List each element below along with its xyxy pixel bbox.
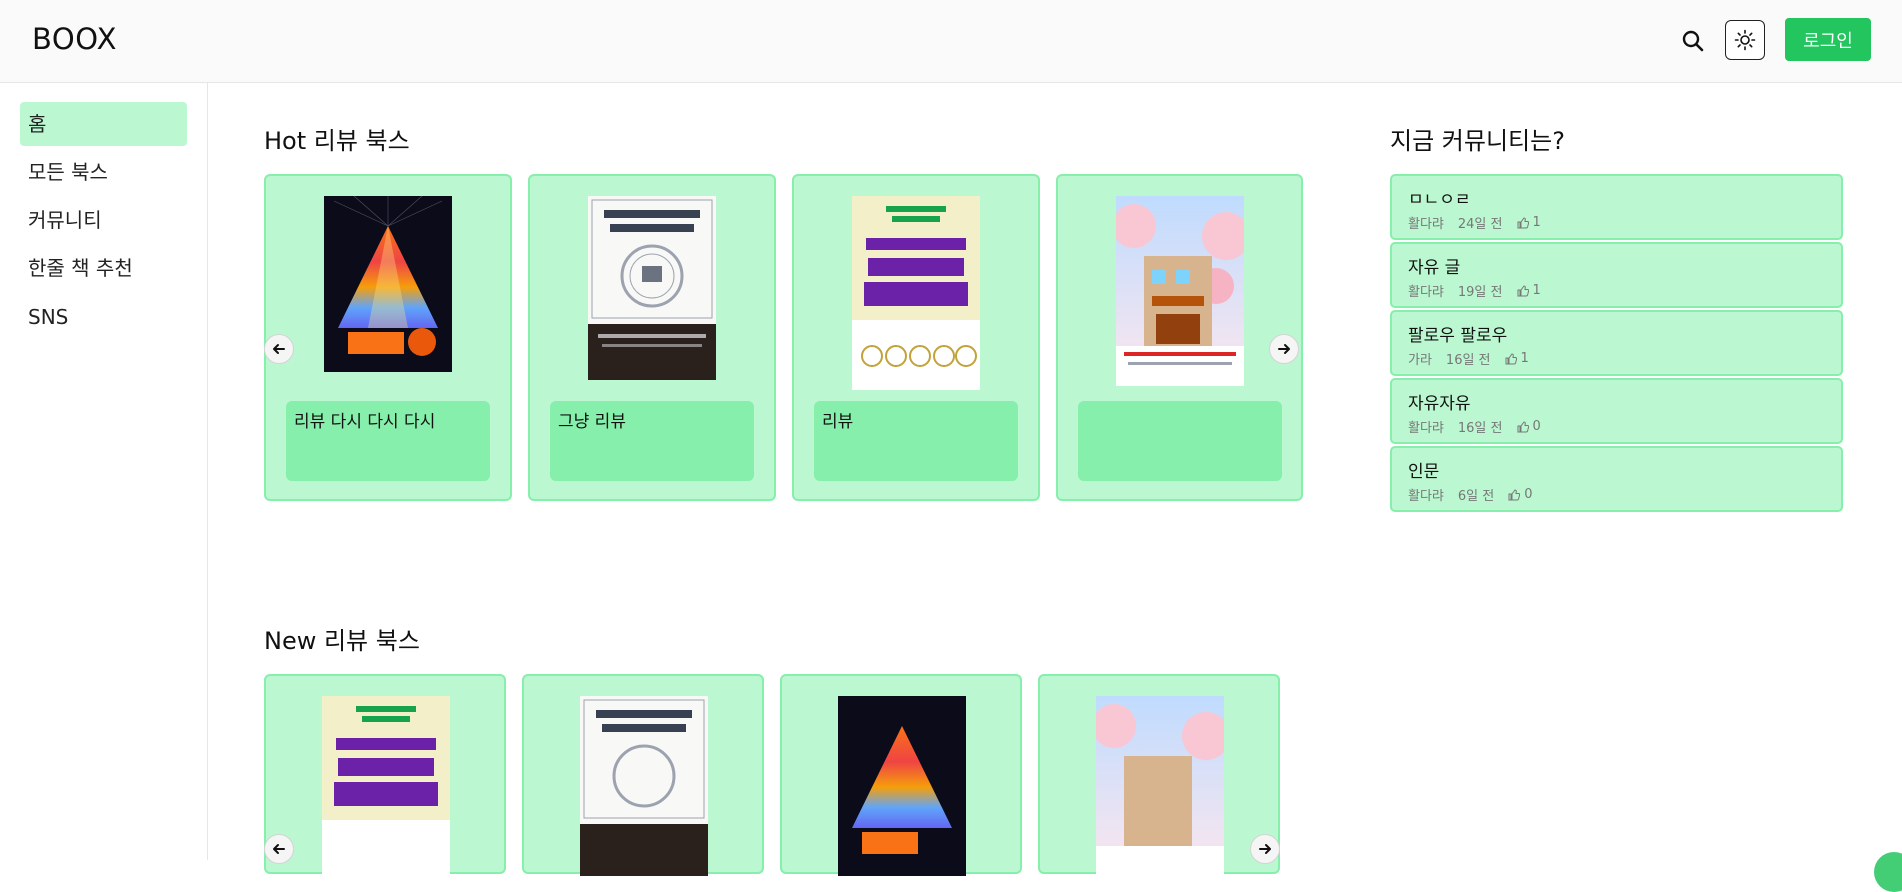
post-author: 활다랴 xyxy=(1408,489,1444,504)
post-author: 활다랴 xyxy=(1408,285,1444,300)
thumbs-up-icon xyxy=(1517,216,1529,228)
new-section-title: New 리뷰 북스 xyxy=(264,627,420,655)
community-section-title: 지금 커뮤니티는? xyxy=(1390,127,1565,155)
hot-card[interactable] xyxy=(1056,174,1303,501)
new-card[interactable] xyxy=(522,674,764,876)
post-time: 16일 전 xyxy=(1445,353,1491,368)
hot-card[interactable]: 리뷰 다시 다시 다시 xyxy=(264,174,512,501)
review-caption: 리뷰 xyxy=(814,401,1018,481)
new-card[interactable] xyxy=(264,674,506,876)
post-author: 활다랴 xyxy=(1408,217,1444,232)
sidebar-item-home[interactable]: 홈 xyxy=(20,102,187,146)
sidebar-item-all-books[interactable]: 모든 북스 xyxy=(20,150,187,194)
review-caption xyxy=(1078,401,1282,481)
review-caption: 그냥 리뷰 xyxy=(550,401,754,481)
like-count: 1 xyxy=(1532,215,1541,230)
book-cover xyxy=(1116,196,1244,386)
post-meta: 가라 16일 전 1 xyxy=(1408,349,1529,368)
post-title: 자유자유 xyxy=(1408,394,1471,414)
community-post[interactable]: 팔로우 팔로우 가라 16일 전 1 xyxy=(1390,310,1843,376)
sun-icon xyxy=(1734,29,1756,51)
book-cover xyxy=(852,196,980,390)
like-count: 0 xyxy=(1532,419,1541,434)
sidebar: 홈 모든 북스 커뮤니티 한줄 책 추천 SNS xyxy=(0,83,208,860)
logo[interactable]: BOOX xyxy=(32,22,117,56)
sidebar-item-recommend[interactable]: 한줄 책 추천 xyxy=(20,246,187,290)
book-cover xyxy=(1096,696,1224,876)
post-meta: 활다랴 16일 전 0 xyxy=(1408,417,1541,436)
community-post[interactable]: ㅁㄴㅇㄹ 활다랴 24일 전 1 xyxy=(1390,174,1843,240)
post-title: 팔로우 팔로우 xyxy=(1408,326,1508,346)
search-icon[interactable] xyxy=(1679,27,1707,55)
hot-card[interactable]: 리뷰 xyxy=(792,174,1040,501)
post-time: 6일 전 xyxy=(1457,489,1495,504)
like-count: 1 xyxy=(1520,351,1529,366)
book-cover xyxy=(580,696,708,876)
like-count: 0 xyxy=(1524,487,1533,502)
sidebar-item-sns[interactable]: SNS xyxy=(20,295,187,339)
post-title: 인문 xyxy=(1408,462,1440,482)
like-count: 1 xyxy=(1532,283,1541,298)
top-header: BOOX 로그인 xyxy=(0,0,1902,83)
review-caption: 리뷰 다시 다시 다시 xyxy=(286,401,490,481)
thumbs-up-icon xyxy=(1517,420,1529,432)
book-cover xyxy=(322,696,450,876)
sidebar-item-community[interactable]: 커뮤니티 xyxy=(20,198,187,242)
post-time: 19일 전 xyxy=(1457,285,1503,300)
community-post[interactable]: 자유자유 활다랴 16일 전 0 xyxy=(1390,378,1843,444)
floating-action-button[interactable] xyxy=(1874,852,1902,892)
thumbs-up-icon xyxy=(1505,352,1517,364)
post-meta: 활다랴 24일 전 1 xyxy=(1408,213,1541,232)
community-post[interactable]: 인문 활다랴 6일 전 0 xyxy=(1390,446,1843,512)
hot-next-arrow-icon[interactable] xyxy=(1269,334,1299,364)
new-card[interactable] xyxy=(780,674,1022,876)
post-title: ㅁㄴㅇㄹ xyxy=(1408,190,1471,210)
new-card[interactable] xyxy=(1038,674,1280,876)
post-meta: 활다랴 19일 전 1 xyxy=(1408,281,1541,300)
hot-prev-arrow-icon[interactable] xyxy=(264,334,294,364)
thumbs-up-icon xyxy=(1517,284,1529,296)
hot-section-title: Hot 리뷰 북스 xyxy=(264,127,410,155)
post-time: 16일 전 xyxy=(1457,421,1503,436)
post-time: 24일 전 xyxy=(1457,217,1503,232)
hot-card[interactable]: 그냥 리뷰 xyxy=(528,174,776,501)
theme-toggle-button[interactable] xyxy=(1725,20,1765,60)
community-post[interactable]: 자유 글 활다랴 19일 전 1 xyxy=(1390,242,1843,308)
post-meta: 활다랴 6일 전 0 xyxy=(1408,485,1533,504)
post-author: 활다랴 xyxy=(1408,421,1444,436)
book-cover xyxy=(838,696,966,876)
book-cover xyxy=(324,196,452,372)
login-button[interactable]: 로그인 xyxy=(1785,18,1871,61)
thumbs-up-icon xyxy=(1508,488,1521,500)
post-author: 가라 xyxy=(1408,353,1432,368)
book-cover xyxy=(588,196,716,380)
post-title: 자유 글 xyxy=(1408,258,1461,278)
